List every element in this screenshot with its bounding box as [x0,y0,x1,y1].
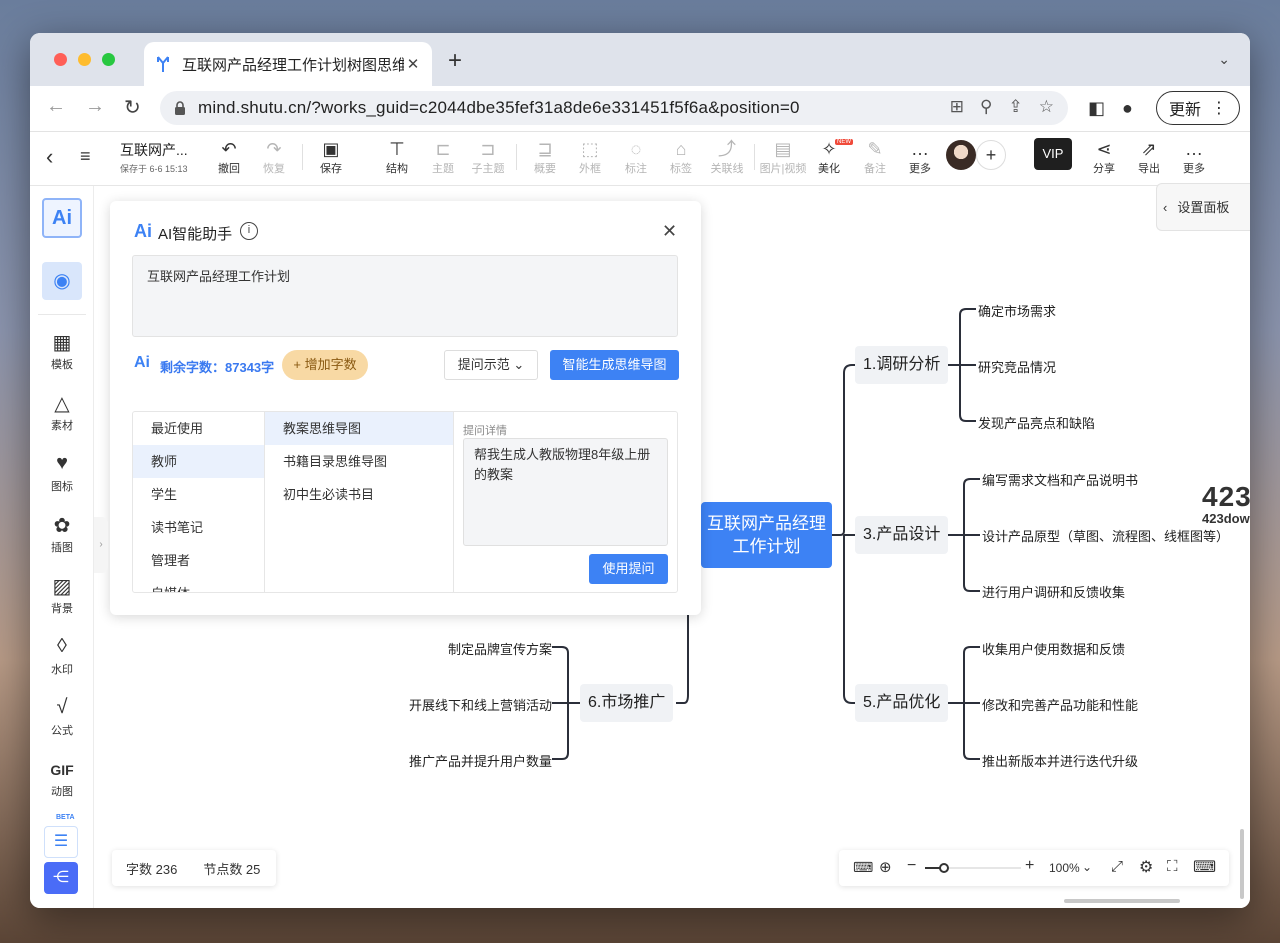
leaf-node[interactable]: 发现产品亮点和缺陷 [978,413,1095,432]
zoom-slider[interactable] [925,863,1021,873]
browser-window: 互联网产品经理工作计划树图思维导图 ✕ + ⌄ ← → ↻ mind.shutu… [30,33,1250,908]
prompt-input[interactable]: 互联网产品经理工作计划 [132,255,678,337]
list-item[interactable]: 管理者 [133,544,264,577]
list-item[interactable]: 学生 [133,478,264,511]
settings-label: 设置面板 [1177,200,1230,215]
leaf-node[interactable]: 推广产品并提升用户数量 [409,751,552,770]
list-item[interactable]: 最近使用 [133,412,264,445]
chevron-left-icon: ‹ [1163,200,1168,215]
branch-node[interactable]: 5.产品优化 [855,684,949,722]
vertical-scrollbar[interactable] [1240,829,1244,899]
add-words-label: 增加字数 [304,357,357,372]
settings-panel-tab[interactable]: ‹ 设置面板 [1156,183,1250,231]
leaf-node[interactable]: 确定市场需求 [978,301,1056,320]
watermark-big: 423 [1202,481,1250,512]
horizontal-scrollbar[interactable] [1064,899,1180,903]
leaf-node[interactable]: 收集用户使用数据和反馈 [982,639,1125,658]
leaf-node[interactable]: 编写需求文档和产品说明书 [982,470,1138,489]
zoom-out-icon[interactable]: − [907,857,916,875]
watermark: 423 423down.com [1202,481,1250,527]
leaf-node[interactable]: 进行用户调研和反馈收集 [982,582,1125,601]
ai-assistant-panel: Ai AI智能助手 i ✕ 互联网产品经理工作计划 Ai 剩余字数：87343字… [110,201,701,615]
detail-label: 提问详情 [463,425,507,437]
example-dropdown[interactable]: 提问示范 ⌄ [444,350,538,380]
zoom-bar: ⌨ ⊕ − + 100% ⌄ ⤢ ⚙ ⛶ ⌨ [839,850,1229,886]
leaf-node[interactable]: 开展线下和线上营销活动 [409,695,552,714]
info-icon[interactable]: i [240,222,258,240]
watermark-small: 423down.com [1202,511,1250,526]
template-list: 教案思维导图 书籍目录思维导图 初中生必读书目 [265,412,454,592]
branch-node[interactable]: 3.产品设计 [855,516,949,554]
branch-node[interactable]: 1.调研分析 [855,346,949,384]
ai-panel-title: AI智能助手 [158,226,233,243]
locate-icon[interactable]: ⊕ [879,858,892,876]
branch-node[interactable]: 6.市场推广 [580,684,674,722]
generate-mindmap-button[interactable]: 智能生成思维导图 [550,350,679,380]
leaf-node[interactable]: 设计产品原型（草图、流程图、线框图等） [982,526,1229,545]
fullscreen-icon[interactable]: ⛶ [1167,858,1178,875]
add-words-button[interactable]: + 增加字数 [282,350,368,380]
example-label: 提问示范 [457,357,510,372]
list-item[interactable]: 书籍目录思维导图 [265,445,453,478]
remaining-words: 剩余字数：87343字 [160,360,275,375]
detail-textarea[interactable]: 帮我生成人教版物理8年级上册的教案 [463,438,668,546]
close-icon[interactable]: ✕ [662,221,677,242]
fit-screen-icon[interactable]: ⤢ [1111,858,1123,875]
node-count: 节点数 25 [203,861,261,877]
list-item[interactable]: 读书笔记 [133,511,264,544]
example-lists: 最近使用 教师 学生 读书笔记 管理者 自媒体 教案思维导图 书籍目录思维导图 … [132,411,678,593]
zoom-slider-handle[interactable] [939,863,949,873]
leaf-node[interactable]: 推出新版本并进行迭代升级 [982,751,1138,770]
chevron-down-icon: ⌄ [513,357,525,372]
stats-bar: 字数 236 节点数 25 [112,850,276,886]
use-prompt-button[interactable]: 使用提问 [589,554,668,584]
gear-icon[interactable]: ⚙ [1139,857,1153,877]
plus-icon: + [293,357,305,372]
list-item[interactable]: 初中生必读书目 [265,478,453,511]
zoom-level[interactable]: 100% [1049,861,1080,875]
mouse-icon[interactable]: ⌨ [853,859,873,876]
list-item[interactable]: 教案思维导图 [265,412,453,445]
collapse-handle[interactable]: › [94,517,108,573]
keyboard-icon[interactable]: ⌨ [1193,857,1216,877]
leaf-node[interactable]: 研究竞品情况 [978,357,1056,376]
zoom-in-icon[interactable]: + [1025,857,1034,875]
leaf-node[interactable]: 制定品牌宣传方案 [448,639,552,658]
ai-logo: Ai [134,221,152,241]
chevron-down-icon[interactable]: ⌄ [1082,860,1092,874]
root-node[interactable]: 互联网产品经理工作计划 [701,502,832,568]
word-count: 字数 236 [126,861,178,877]
leaf-node[interactable]: 修改和完善产品功能和性能 [982,695,1138,714]
category-list: 最近使用 教师 学生 读书笔记 管理者 自媒体 [133,412,265,592]
list-item[interactable]: 教师 [133,445,264,478]
ai-logo-small: Ai [134,354,150,371]
list-item[interactable]: 自媒体 [133,577,264,592]
